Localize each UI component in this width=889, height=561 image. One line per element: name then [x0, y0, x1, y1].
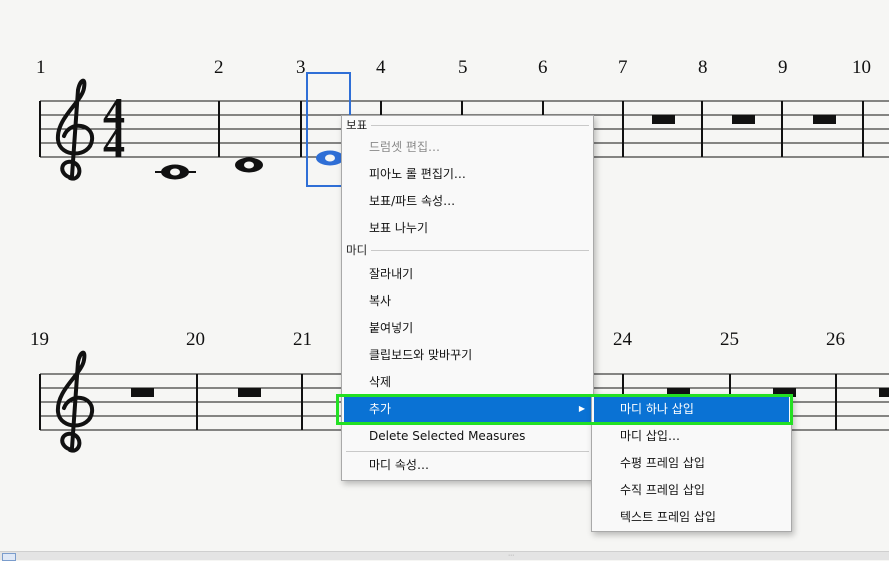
time-signature-bottom: 4 — [103, 118, 125, 167]
menu-item-insert-vertical-frame[interactable]: 수직 프레임 삽입 — [594, 477, 789, 504]
section-header-measure: 마디 — [345, 242, 589, 258]
measure-number: 1 — [36, 57, 46, 78]
measure-number: 4 — [376, 57, 386, 78]
measure-numbers-system-1: 1 2 3 4 5 6 7 8 9 10 — [36, 57, 871, 78]
measure-number: 6 — [538, 57, 548, 78]
measure-number: 25 — [720, 329, 739, 350]
menu-item-drumset-edit[interactable]: 드럼셋 편집… — [344, 134, 591, 160]
context-menu: 보표 드럼셋 편집… 피아노 롤 편집기… 보표/파트 속성… 보표 나누기 마… — [341, 115, 594, 481]
measure-number: 19 — [30, 329, 49, 350]
section-label: 마디 — [346, 243, 368, 257]
note-measure-3-selected[interactable] — [316, 150, 344, 166]
section-divider — [371, 250, 589, 251]
add-submenu: 마디 하나 삽입 마디 삽입… 수평 프레임 삽입 수직 프레임 삽입 텍스트 … — [591, 394, 792, 532]
time-signature: 4 4 — [103, 89, 125, 167]
treble-clef-icon — [55, 78, 95, 181]
menu-item-add-label: 추가 — [369, 402, 392, 416]
menu-item-cut[interactable]: 잘라내기 — [344, 261, 591, 287]
menu-item-piano-roll[interactable]: 피아노 롤 편집기… — [344, 161, 591, 187]
menu-item-insert-measures[interactable]: 마디 삽입… — [594, 423, 789, 450]
measure-number: 3 — [296, 57, 306, 78]
menu-item-delete[interactable]: 삭제 — [344, 369, 591, 395]
measure-number: 21 — [293, 329, 312, 350]
menu-item-insert-horizontal-frame[interactable]: 수평 프레임 삽입 — [594, 450, 789, 477]
measure-number: 24 — [613, 329, 633, 350]
section-label: 보표 — [346, 118, 368, 132]
measure-number: 26 — [826, 329, 845, 350]
measure-number: 10 — [852, 57, 871, 78]
menu-item-insert-text-frame[interactable]: 텍스트 프레임 삽입 — [594, 504, 789, 531]
menu-item-paste[interactable]: 붙여넣기 — [344, 315, 591, 341]
menu-item-delete-selected-measures[interactable]: Delete Selected Measures — [344, 423, 591, 449]
measure-number: 8 — [698, 57, 708, 78]
measure-number: 9 — [778, 57, 788, 78]
navigator-thumbnail[interactable] — [2, 553, 16, 561]
menu-item-measure-properties[interactable]: 마디 속성… — [344, 452, 591, 478]
menu-item-copy[interactable]: 복사 — [344, 288, 591, 314]
measure-number: 2 — [214, 57, 224, 78]
section-header-staff: 보표 — [345, 117, 589, 133]
submenu-arrow-icon: ▶ — [578, 404, 585, 413]
note-measure-1[interactable] — [155, 164, 196, 180]
section-divider — [371, 125, 589, 126]
note-measure-2[interactable] — [235, 157, 263, 173]
measure-number: 20 — [186, 329, 205, 350]
resize-grip-icon[interactable]: ⋯ — [508, 553, 515, 559]
menu-item-swap-clipboard[interactable]: 클립보드와 맞바꾸기 — [344, 342, 591, 368]
whole-rests-system-1 — [652, 115, 836, 124]
menu-item-staff-part-properties[interactable]: 보표/파트 속성… — [344, 188, 591, 214]
measure-number: 7 — [618, 57, 628, 78]
menu-item-split-staff[interactable]: 보표 나누기 — [344, 215, 591, 241]
menu-item-add[interactable]: 추가 ▶ — [344, 396, 591, 422]
menu-item-insert-one-measure[interactable]: 마디 하나 삽입 — [594, 396, 789, 423]
measure-number: 5 — [458, 57, 468, 78]
